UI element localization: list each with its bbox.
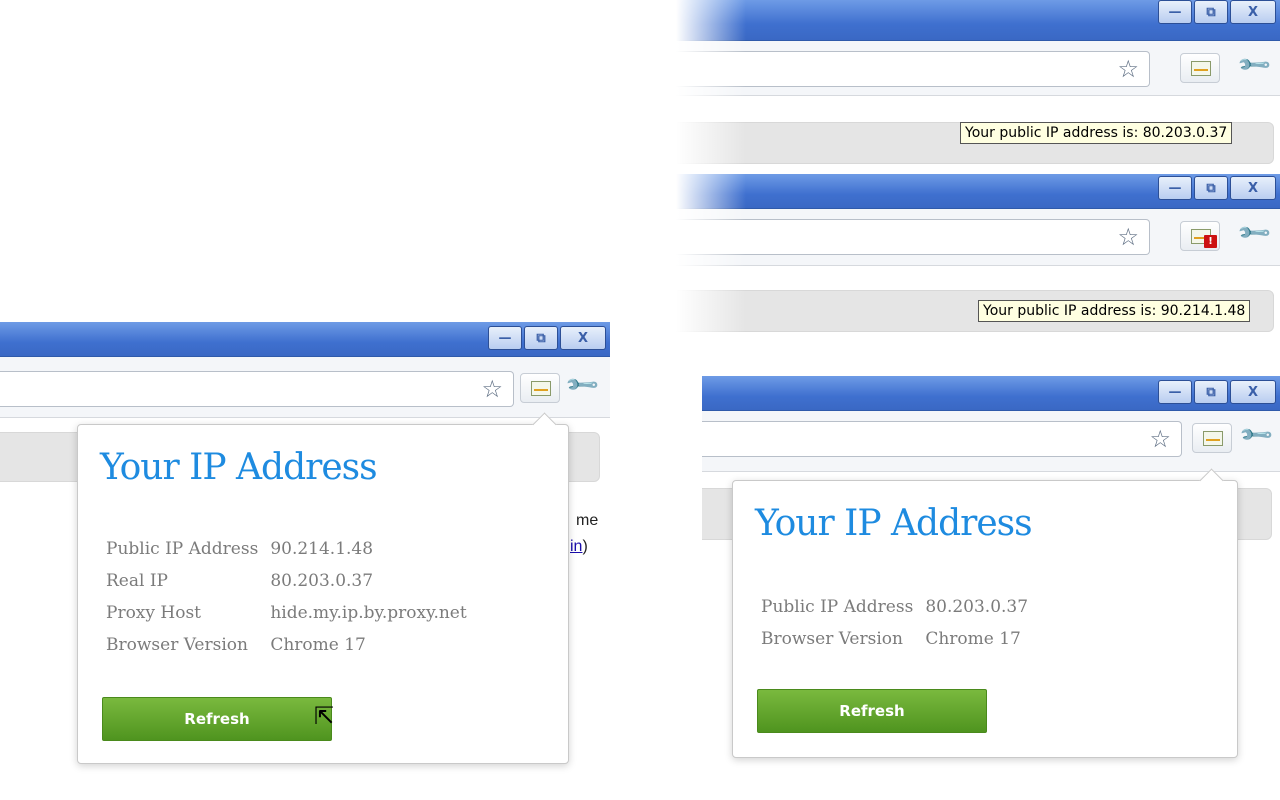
row-label: Browser Version: [106, 635, 248, 655]
address-bar[interactable]: ☆: [676, 51, 1150, 87]
refresh-button[interactable]: Refresh: [102, 697, 332, 741]
minimize-button[interactable]: —: [1158, 176, 1192, 200]
table-row: Proxy Host hide.my.ip.by.proxy.net: [106, 603, 479, 635]
extension-button[interactable]: [1192, 423, 1232, 453]
extension-button[interactable]: [520, 373, 560, 403]
window-titlebar: — ⧉ X: [0, 322, 610, 357]
window-titlebar: — ⧉ X: [702, 376, 1280, 411]
close-button[interactable]: X: [1230, 380, 1276, 404]
row-value: 80.203.0.37: [925, 597, 1029, 617]
address-bar[interactable]: ☆: [702, 421, 1182, 457]
ip-address-icon: [531, 381, 551, 396]
refresh-button[interactable]: Refresh: [757, 689, 987, 733]
row-label: Real IP: [106, 571, 168, 591]
wrench-icon[interactable]: 🔧: [564, 367, 601, 404]
row-value: Chrome 17: [270, 635, 366, 655]
row-label: Public IP Address: [761, 597, 914, 617]
close-button[interactable]: X: [560, 326, 606, 350]
restore-button[interactable]: ⧉: [524, 326, 558, 350]
popup-title: Your IP Address: [755, 503, 1033, 544]
restore-button[interactable]: ⧉: [1194, 0, 1228, 24]
screenshot-popup-normal: — ⧉ X ☆ 🔧 Your IP Address Public IP Addr…: [702, 376, 1280, 800]
bookmark-star-icon[interactable]: ☆: [1117, 56, 1139, 82]
ip-address-icon: [1203, 431, 1223, 446]
wrench-icon[interactable]: 🔧: [1236, 215, 1273, 252]
row-label: Public IP Address: [106, 539, 259, 559]
alert-badge-icon: !: [1204, 235, 1217, 248]
row-label: Proxy Host: [106, 603, 202, 623]
ip-address-icon: [1191, 61, 1211, 76]
ip-tooltip: Your public IP address is: 80.203.0.37: [960, 122, 1233, 144]
background-link-wrap: in): [570, 538, 588, 556]
address-bar[interactable]: ☆: [0, 371, 514, 407]
minimize-button[interactable]: —: [488, 326, 522, 350]
ip-popup: Your IP Address Public IP Address 80.203…: [732, 480, 1238, 758]
ip-info-table: Public IP Address 80.203.0.37 Browser Ve…: [761, 597, 1040, 661]
browser-toolbar: ☆ 🔧: [0, 357, 610, 418]
browser-toolbar: ☆ 🔧: [676, 41, 1280, 96]
bookmark-star-icon[interactable]: ☆: [481, 376, 503, 402]
background-link[interactable]: in: [570, 538, 582, 555]
ip-info-table: Public IP Address 90.214.1.48 Real IP 80…: [106, 539, 479, 667]
table-row: Real IP 80.203.0.37: [106, 571, 479, 603]
window-titlebar: — ⧉ X: [676, 0, 1280, 41]
table-row: Public IP Address 80.203.0.37: [761, 597, 1040, 629]
ip-tooltip: Your public IP address is: 90.214.1.48: [978, 300, 1251, 322]
restore-button[interactable]: ⧉: [1194, 176, 1228, 200]
window-titlebar: — ⧉ X: [676, 174, 1280, 209]
table-row: Browser Version Chrome 17: [106, 635, 479, 667]
minimize-button[interactable]: —: [1158, 380, 1192, 404]
background-text: me: [576, 512, 599, 529]
table-row: Public IP Address 90.214.1.48: [106, 539, 479, 571]
bookmark-star-icon[interactable]: ☆: [1117, 224, 1139, 250]
screenshot-normal: — ⧉ X ☆ 🔧 Your public IP address is: 80.…: [676, 0, 1280, 172]
row-value: 80.203.0.37: [270, 571, 374, 591]
minimize-button[interactable]: —: [1158, 0, 1192, 24]
row-value: 90.214.1.48: [270, 539, 374, 559]
row-value: hide.my.ip.by.proxy.net: [270, 603, 467, 623]
screenshot-alert: — ⧉ X ☆ ! 🔧 Your public IP address is: 9…: [676, 172, 1280, 344]
table-row: Browser Version Chrome 17: [761, 629, 1040, 661]
popup-title: Your IP Address: [100, 447, 378, 488]
address-bar[interactable]: ☆: [676, 219, 1150, 255]
row-label: Browser Version: [761, 629, 903, 649]
wrench-icon[interactable]: 🔧: [1238, 417, 1275, 454]
browser-toolbar: ☆ 🔧: [702, 411, 1280, 472]
extension-button[interactable]: [1180, 53, 1220, 83]
browser-toolbar: ☆ ! 🔧: [676, 209, 1280, 266]
close-button[interactable]: X: [1230, 0, 1276, 24]
extension-button[interactable]: !: [1180, 221, 1220, 251]
mouse-pointer-icon: ⇱: [314, 702, 335, 730]
screenshot-popup-proxy: — ⧉ X ☆ 🔧 me in) Your IP Address Public …: [0, 322, 610, 800]
bookmark-star-icon[interactable]: ☆: [1149, 426, 1171, 452]
close-button[interactable]: X: [1230, 176, 1276, 200]
row-value: Chrome 17: [925, 629, 1021, 649]
wrench-icon[interactable]: 🔧: [1236, 47, 1273, 84]
restore-button[interactable]: ⧉: [1194, 380, 1228, 404]
background-paren: ): [582, 538, 588, 555]
